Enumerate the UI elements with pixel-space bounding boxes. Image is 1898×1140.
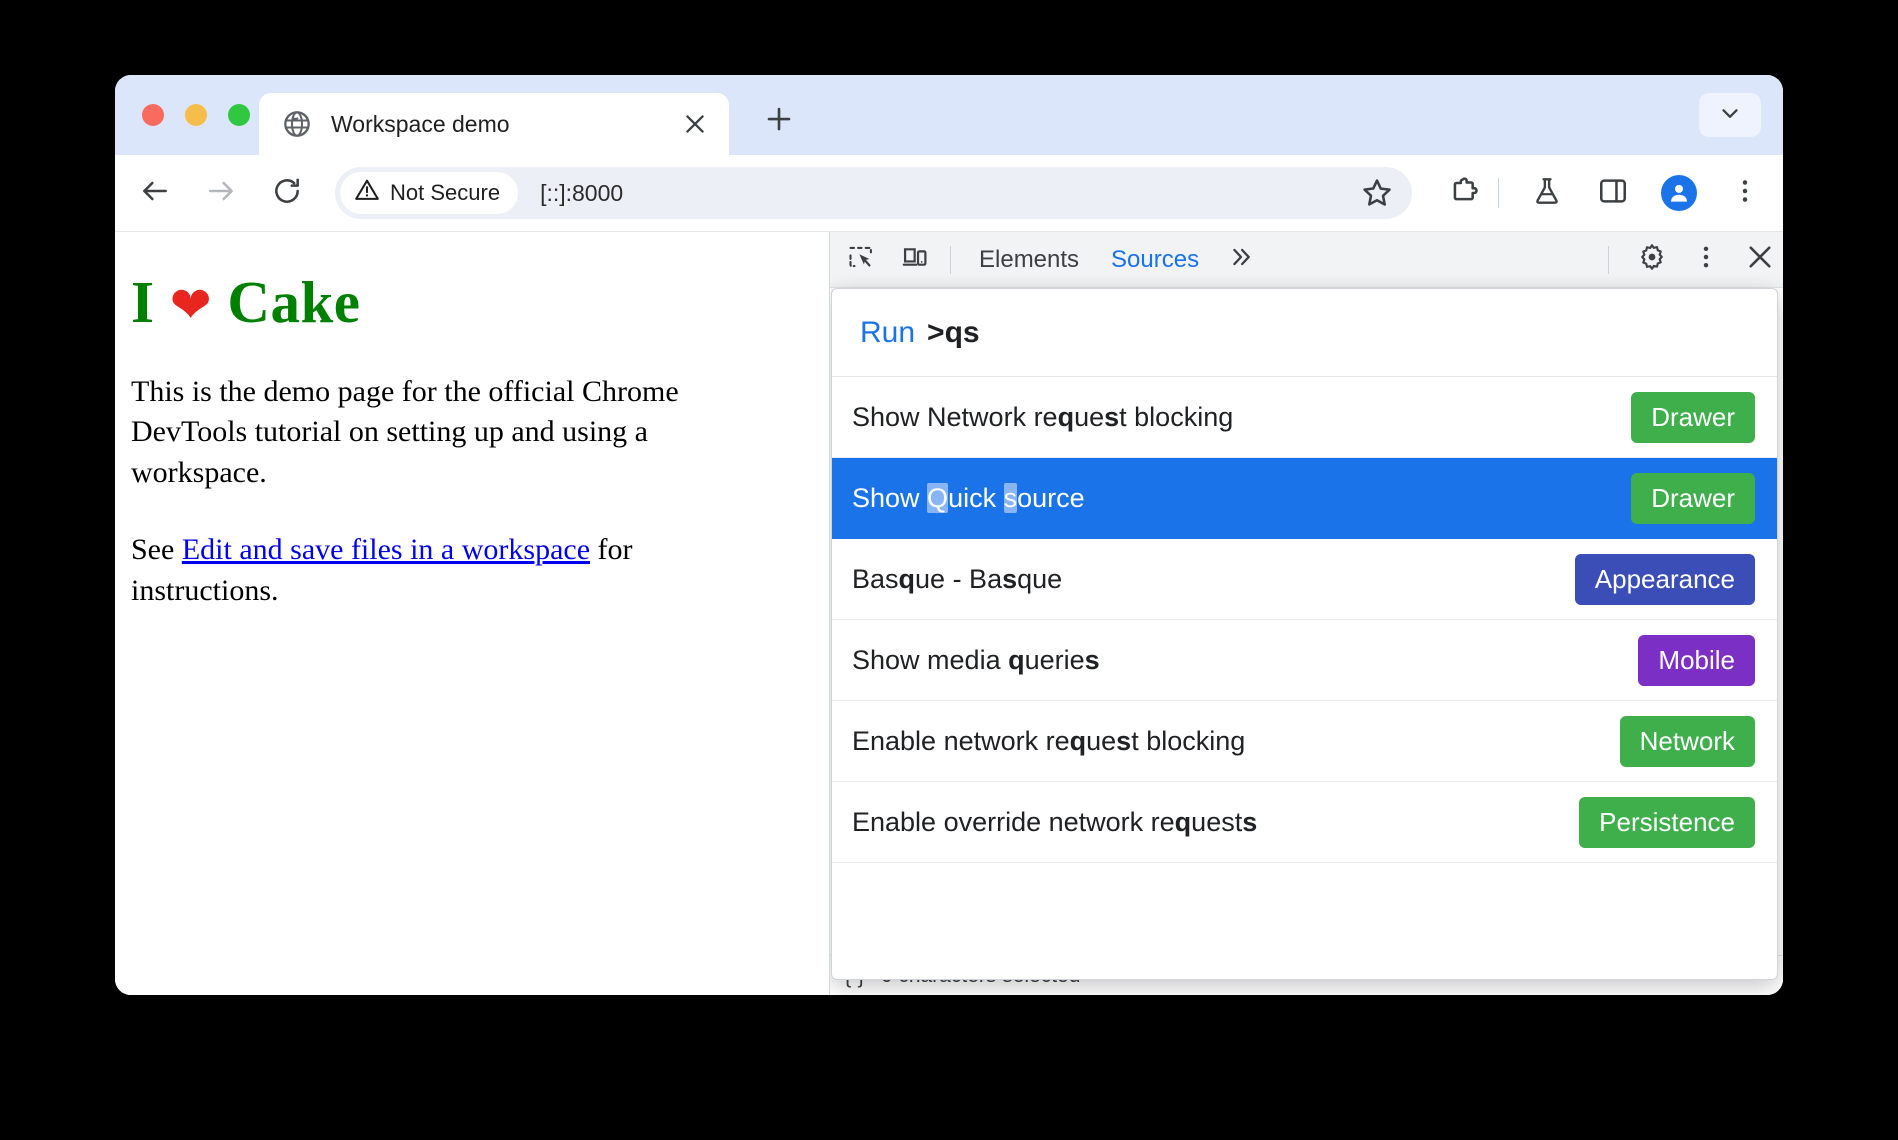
tab-elements[interactable]: Elements xyxy=(963,239,1095,281)
device-toolbar-icon xyxy=(901,243,929,276)
command-palette[interactable]: Run >qs Show Network request blocking Dra… xyxy=(831,288,1778,980)
command-item-label: Show Network request blocking xyxy=(852,401,1234,432)
command-item-category-badge: Drawer xyxy=(1631,391,1755,443)
extensions-button[interactable] xyxy=(1438,167,1490,219)
command-palette-item[interactable]: Show Quick source Drawer xyxy=(832,458,1777,539)
page-paragraph-1: This is the demo page for the official C… xyxy=(131,374,679,489)
command-item-category-badge: Network xyxy=(1619,715,1755,767)
arrow-left-icon xyxy=(139,175,171,212)
browser-viewport: I ❤ Cake This is the demo page for the o… xyxy=(115,232,1783,995)
heart-icon: ❤ xyxy=(169,276,213,334)
window-traffic-lights xyxy=(142,104,250,126)
command-palette-item[interactable]: Show media queries Mobile xyxy=(832,620,1777,701)
avatar xyxy=(1661,175,1697,211)
workspace-doc-link[interactable]: Edit and save files in a workspace xyxy=(182,533,590,566)
flask-icon xyxy=(1531,175,1563,212)
close-window-button[interactable] xyxy=(142,104,164,126)
security-label: Not Secure xyxy=(390,180,501,205)
page-title-post: Cake xyxy=(227,269,361,335)
command-palette-input[interactable]: Run >qs xyxy=(832,289,1777,377)
browser-toolbar: Not Secure [::]:8000 xyxy=(115,155,1783,232)
devtools-menu-button[interactable] xyxy=(1683,239,1729,281)
arrow-right-icon xyxy=(205,175,237,212)
star-icon[interactable] xyxy=(1360,176,1394,210)
devtools-tabbar-divider-right xyxy=(1608,245,1609,274)
command-item-category-badge: Drawer xyxy=(1631,472,1755,524)
web-page-content: I ❤ Cake This is the demo page for the o… xyxy=(115,232,829,995)
three-dot-menu-icon xyxy=(1730,176,1760,211)
command-palette-results[interactable]: Show Network request blocking Drawer Show … xyxy=(832,377,1777,979)
site-security-chip[interactable]: Not Secure xyxy=(340,172,519,214)
browser-tab[interactable]: Workspace demo xyxy=(259,93,729,155)
command-palette-item[interactable]: Enable override network requests Persiste… xyxy=(832,782,1777,863)
command-palette-item[interactable]: Basque - Basque Appearance xyxy=(832,539,1777,620)
address-bar[interactable]: Not Secure [::]:8000 xyxy=(335,167,1412,219)
command-item-label: Enable override network requests xyxy=(852,806,1258,837)
devtools-close-button[interactable] xyxy=(1737,239,1783,281)
back-button[interactable] xyxy=(129,167,181,219)
side-panel-icon xyxy=(1597,175,1629,212)
toolbar-right-actions xyxy=(1424,167,1783,219)
gear-icon xyxy=(1637,242,1667,277)
tab-strip: Workspace demo xyxy=(115,75,1783,155)
three-dot-menu-icon xyxy=(1692,243,1720,276)
toolbar-divider xyxy=(1498,178,1499,208)
reload-button[interactable] xyxy=(261,167,313,219)
maximize-window-button[interactable] xyxy=(228,104,250,126)
devtools-settings-button[interactable] xyxy=(1629,239,1675,281)
url-text: [::]:8000 xyxy=(540,179,624,206)
more-tabs-button[interactable] xyxy=(1215,239,1267,281)
command-palette-item[interactable]: Enable network request blocking Network xyxy=(832,701,1777,782)
devtools-tabbar-divider xyxy=(950,245,951,274)
page-paragraph-2: See Edit and save files in a workspace f… xyxy=(131,530,721,611)
close-icon[interactable] xyxy=(673,102,717,146)
devtools-panel: Elements Sources Run >qs Show Network re… xyxy=(829,232,1783,995)
minimize-window-button[interactable] xyxy=(185,104,207,126)
tab-sources[interactable]: Sources xyxy=(1095,239,1215,281)
device-toolbar-button[interactable] xyxy=(892,239,938,281)
puzzle-piece-icon xyxy=(1448,175,1480,212)
command-palette-item[interactable]: Show Network request blocking Drawer xyxy=(832,377,1777,458)
plus-icon xyxy=(764,104,794,139)
command-item-label: Show media queries xyxy=(852,644,1100,675)
tab-search-button[interactable] xyxy=(1699,93,1761,137)
command-item-label: Basque - Basque xyxy=(852,563,1063,594)
browser-window: Workspace demo Not Secure [::]:8000 I ❤ … xyxy=(115,75,1783,995)
command-item-category-badge: Appearance xyxy=(1574,553,1755,605)
warning-triangle-icon xyxy=(354,177,380,209)
paragraph2-before: See xyxy=(131,533,182,567)
reload-icon xyxy=(271,175,303,212)
devtools-tabbar: Elements Sources xyxy=(830,232,1783,288)
command-item-category-badge: Persistence xyxy=(1579,796,1755,848)
command-item-category-badge: Mobile xyxy=(1638,634,1755,686)
page-title: I ❤ Cake xyxy=(131,270,829,335)
inspect-element-icon xyxy=(847,243,875,276)
inspect-element-button[interactable] xyxy=(838,239,884,281)
tab-title: Workspace demo xyxy=(331,110,510,137)
side-panel-button[interactable] xyxy=(1587,167,1639,219)
labs-button[interactable] xyxy=(1521,167,1573,219)
globe-icon xyxy=(283,110,311,138)
command-palette-prefix: Run xyxy=(860,315,916,349)
browser-menu-button[interactable] xyxy=(1719,167,1771,219)
chevron-double-right-icon xyxy=(1227,243,1255,276)
profile-button[interactable] xyxy=(1653,167,1705,219)
command-item-label: Enable network request blocking xyxy=(852,725,1246,756)
page-title-pre: I xyxy=(131,269,155,335)
command-palette-query: >qs xyxy=(927,315,980,349)
chevron-down-icon xyxy=(1717,100,1743,131)
close-icon xyxy=(1745,242,1775,277)
command-item-label: Show Quick source xyxy=(852,482,1085,513)
new-tab-button[interactable] xyxy=(755,97,803,145)
forward-button[interactable] xyxy=(195,167,247,219)
